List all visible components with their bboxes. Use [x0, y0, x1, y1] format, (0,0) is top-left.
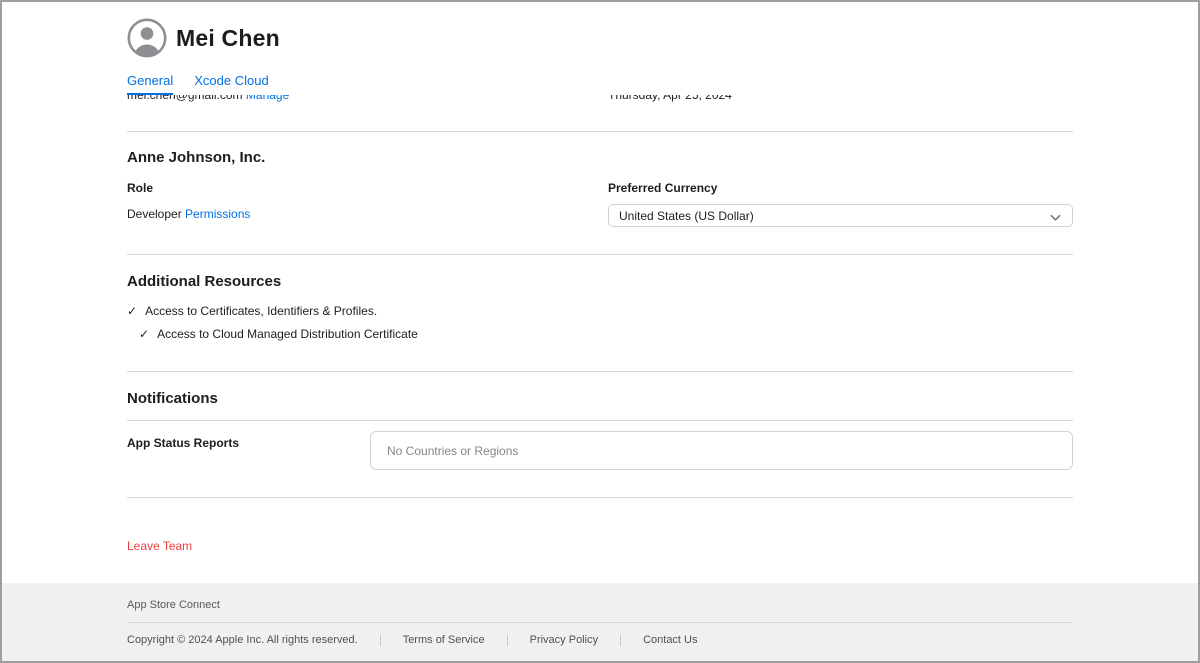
role-column: Role Developer Permissions	[127, 181, 608, 227]
resource-item-label: Access to Certificates, Identifiers & Pr…	[145, 304, 377, 318]
footer-separator	[507, 635, 508, 646]
footer-brand: App Store Connect	[127, 599, 1073, 623]
apple-id-email-cell: mei.chen@gmail.com Manage	[127, 95, 608, 102]
role-line: Developer Permissions	[127, 207, 608, 221]
team-heading: Anne Johnson, Inc.	[127, 149, 1073, 166]
team-section: Anne Johnson, Inc. Role Developer Permis…	[127, 132, 1073, 255]
chevron-down-icon	[1050, 211, 1060, 221]
tab-general[interactable]: General	[127, 73, 173, 95]
leave-team-link[interactable]: Leave Team	[127, 539, 192, 553]
countries-regions-placeholder: No Countries or Regions	[387, 444, 518, 458]
contact-us-link[interactable]: Contact Us	[643, 634, 697, 646]
user-avatar-icon	[127, 18, 167, 58]
currency-select[interactable]: United States (US Dollar)	[608, 204, 1073, 227]
tab-xcode-cloud[interactable]: Xcode Cloud	[194, 73, 268, 95]
manage-link[interactable]: Manage	[246, 95, 289, 102]
permissions-link[interactable]: Permissions	[185, 207, 250, 221]
additional-resources-section: Additional Resources ✓ Access to Certifi…	[127, 255, 1073, 372]
role-value: Developer	[127, 207, 182, 221]
notifications-heading: Notifications	[127, 390, 1073, 407]
checkmark-icon: ✓	[127, 304, 137, 318]
terms-of-service-link[interactable]: Terms of Service	[403, 634, 485, 646]
resource-item-label: Access to Cloud Managed Distribution Cer…	[157, 327, 418, 341]
apple-id-date: Thursday, Apr 25, 2024	[608, 95, 1073, 102]
countries-regions-field[interactable]: No Countries or Regions	[370, 431, 1073, 470]
apple-id-email: mei.chen@gmail.com	[127, 95, 243, 102]
leave-team-wrap: Leave Team	[127, 498, 1073, 555]
copyright-text: Copyright © 2024 Apple Inc. All rights r…	[127, 634, 358, 646]
additional-resources-heading: Additional Resources	[127, 273, 1073, 290]
notifications-section: Notifications App Status Reports No Coun…	[127, 372, 1073, 498]
page-footer: App Store Connect Copyright © 2024 Apple…	[2, 583, 1198, 661]
role-label: Role	[127, 181, 608, 195]
currency-selected-value: United States (US Dollar)	[619, 209, 754, 223]
tab-bar: General Xcode Cloud	[127, 73, 1073, 95]
privacy-policy-link[interactable]: Privacy Policy	[530, 634, 598, 646]
app-window: Mei Chen General Xcode Cloud mei.chen@gm…	[0, 0, 1200, 663]
app-status-reports-label: App Status Reports	[127, 431, 370, 470]
footer-links: Copyright © 2024 Apple Inc. All rights r…	[127, 634, 1073, 646]
page-header: Mei Chen General Xcode Cloud	[2, 2, 1198, 95]
resource-item: ✓ Access to Certificates, Identifiers & …	[127, 304, 1073, 318]
footer-separator	[380, 635, 381, 646]
app-status-reports-row: App Status Reports No Countries or Regio…	[127, 421, 1073, 498]
currency-label: Preferred Currency	[608, 181, 1073, 195]
footer-separator	[620, 635, 621, 646]
page-title: Mei Chen	[176, 25, 280, 52]
apple-id-row: mei.chen@gmail.com Manage Thursday, Apr …	[127, 95, 1073, 132]
currency-column: Preferred Currency United States (US Dol…	[608, 181, 1073, 227]
resource-item: ✓ Access to Cloud Managed Distribution C…	[139, 327, 1073, 341]
checkmark-icon: ✓	[139, 327, 149, 341]
user-identity: Mei Chen	[127, 18, 1073, 58]
